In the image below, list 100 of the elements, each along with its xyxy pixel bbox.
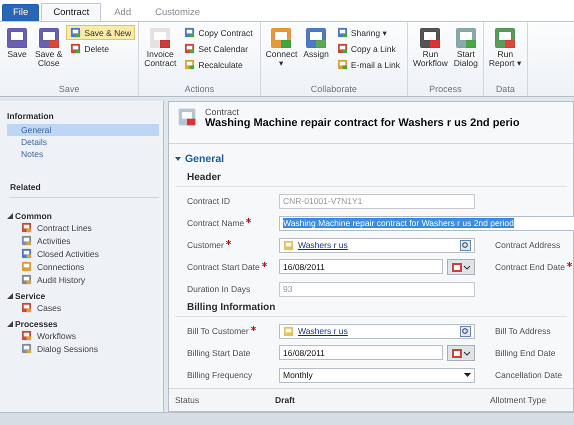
ribbon-button[interactable]: Sharing ▾	[332, 25, 404, 40]
nav-item[interactable]: Connections	[7, 260, 159, 273]
group-label: Actions	[184, 84, 216, 96]
small-button-icon	[336, 59, 348, 70]
large-button-icon	[148, 26, 172, 50]
ribbon-button[interactable]: Set Calendar	[180, 41, 257, 56]
small-button-icon	[184, 27, 196, 38]
nav-item[interactable]: Workflows	[7, 329, 159, 342]
lookup-field[interactable]: Washers r us	[279, 238, 475, 252]
file-tab[interactable]: File	[2, 4, 40, 21]
large-button-icon	[5, 26, 29, 50]
field-label: Cancellation Date	[495, 370, 564, 380]
field-label: Duration In Days	[187, 284, 252, 294]
ribbon-button[interactable]: Save & Close	[33, 25, 64, 84]
group-heading: Billing Information	[175, 300, 567, 317]
group-label: Save	[58, 84, 80, 96]
nav-group-title: Service	[15, 291, 46, 301]
nav-item-icon	[21, 235, 32, 246]
ribbon-button[interactable]: Save	[3, 25, 31, 84]
nav-item-icon	[21, 343, 32, 354]
field-label: Contract Start Date	[187, 262, 279, 272]
field-label: Contract ID	[187, 196, 231, 206]
ribbon-button[interactable]: Run Workflow	[410, 25, 450, 84]
ribbon-tab[interactable]: Contract	[41, 3, 102, 21]
nav-group-title: Common	[15, 211, 52, 221]
nav-item-icon	[21, 222, 32, 233]
ribbon-button[interactable]: Delete	[66, 41, 136, 56]
small-button-icon	[184, 59, 196, 70]
required-icon	[566, 262, 572, 267]
field-label: Bill To Address	[495, 326, 552, 336]
ribbon-button[interactable]: Copy a Link	[332, 41, 404, 56]
collapse-arrow-icon	[175, 156, 181, 162]
required-icon	[262, 262, 267, 267]
nav-item-icon	[21, 274, 32, 285]
small-button-icon	[336, 27, 348, 38]
field-label: Contract End Date	[495, 262, 572, 272]
nav-item-icon	[21, 261, 32, 272]
ribbon-button[interactable]: Invoice Contract	[142, 25, 178, 84]
nav-link[interactable]: Details	[7, 136, 159, 148]
dropdown-caret-icon	[464, 373, 471, 377]
ribbon-button[interactable]: Run Report ▾	[486, 25, 524, 84]
ribbon-button[interactable]: Save & New	[66, 25, 136, 40]
large-button-icon	[493, 26, 518, 50]
field-label: Billing End Date	[495, 348, 556, 358]
ribbon-button[interactable]: Start Dialog	[452, 25, 480, 84]
nav-item[interactable]: Closed Activities	[7, 247, 159, 260]
entity-name: Contract	[205, 107, 240, 117]
field-label: Status	[175, 395, 200, 405]
nav-item-icon	[21, 302, 32, 313]
nav-item[interactable]: Activities	[7, 234, 159, 247]
ribbon-button[interactable]: Connect ▾	[264, 25, 300, 84]
required-icon	[226, 240, 231, 245]
calendar-button[interactable]	[447, 345, 475, 361]
field-label: Contract Name	[187, 218, 279, 228]
calendar-icon	[452, 348, 470, 358]
ribbon-button[interactable]: Assign	[301, 25, 331, 84]
field-label: Contract Address	[495, 240, 562, 250]
field-label: Billing Start Date	[187, 348, 252, 358]
nav-item-icon	[21, 330, 32, 341]
large-button-icon	[36, 26, 61, 50]
field-label: Bill To Customer	[187, 326, 279, 336]
calendar-button[interactable]	[447, 259, 475, 275]
status-value: Draft	[275, 395, 296, 405]
nav-item-icon	[21, 248, 32, 259]
small-button-icon	[70, 43, 82, 54]
group-label: Process	[428, 84, 463, 96]
date-field[interactable]: 16/08/2011	[279, 345, 443, 360]
dropdown-field[interactable]: Monthly	[279, 368, 475, 382]
large-button-icon	[304, 26, 328, 50]
lookup-icon[interactable]	[460, 240, 471, 250]
ribbon-button[interactable]: Copy Contract	[180, 25, 257, 40]
section-header[interactable]: General	[175, 153, 567, 165]
large-button-icon	[454, 26, 478, 50]
nav-link[interactable]: General	[7, 124, 159, 136]
group-label: Data	[494, 84, 516, 96]
nav-link[interactable]: Notes	[7, 148, 159, 160]
field-label: Allotment Type	[490, 395, 546, 405]
ribbon-button[interactable]: Recalculate	[180, 57, 257, 72]
small-button-icon	[184, 43, 196, 54]
date-field[interactable]: 16/08/2011	[279, 259, 443, 274]
nav-group-title: Processes	[15, 319, 58, 329]
ribbon-button[interactable]: E-mail a Link	[332, 57, 404, 72]
required-icon	[250, 326, 256, 331]
lookup-icon[interactable]	[460, 326, 471, 336]
expander-icon[interactable]	[7, 321, 13, 327]
field-label: Customer	[187, 240, 279, 250]
expander-icon[interactable]	[7, 213, 13, 219]
expander-icon[interactable]	[7, 293, 13, 299]
small-button-icon	[336, 43, 348, 54]
nav-item[interactable]: Dialog Sessions	[7, 342, 159, 355]
calendar-icon	[452, 262, 470, 272]
nav-heading: Information	[7, 111, 55, 121]
nav-item[interactable]: Contract Lines	[7, 221, 159, 234]
nav-item[interactable]: Cases	[7, 301, 159, 314]
group-label: Collaborate	[310, 84, 358, 96]
record-title: Washing Machine repair contract for Washers r us 2nd perio	[205, 117, 520, 129]
field-label: Billing Frequency	[187, 370, 254, 380]
lookup-field[interactable]: Washers r us	[279, 324, 475, 338]
nav-item[interactable]: Audit History	[7, 273, 159, 286]
nav-heading: Related	[10, 182, 159, 198]
